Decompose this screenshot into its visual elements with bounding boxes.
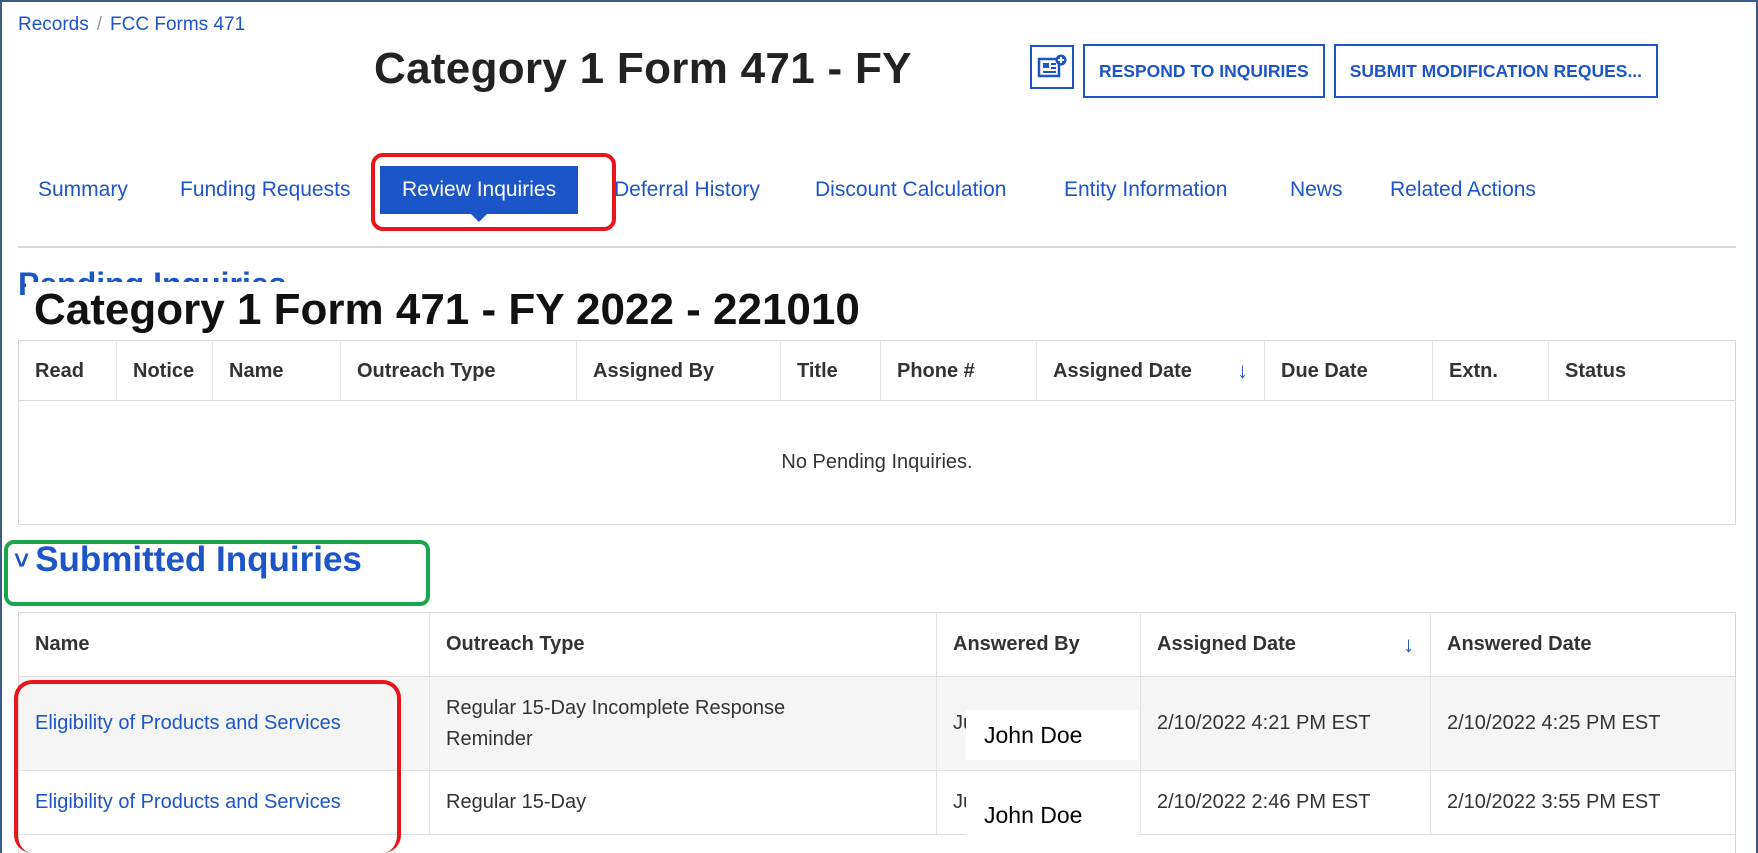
column-header-outreach-type[interactable]: Outreach Type [430, 613, 937, 676]
add-news-button[interactable] [1030, 45, 1074, 89]
pending-inquiries-table: Read Notice Name Outreach Type Assigned … [18, 340, 1736, 525]
breadcrumb-fcc-forms-link[interactable]: FCC Forms 471 [110, 14, 245, 35]
column-header-answered-by[interactable]: Answered By [937, 613, 1141, 676]
submitted-table-header: Name Outreach Type Answered By Assigned … [19, 613, 1735, 677]
tab-summary[interactable]: Summary [38, 178, 128, 202]
tab-entity-information[interactable]: Entity Information [1064, 178, 1227, 202]
column-header-answered-date[interactable]: Answered Date [1431, 613, 1737, 676]
column-header-assigned-by[interactable]: Assigned By [577, 341, 781, 401]
outreach-type-cell: Regular 15-Day Incomplete Response Remin… [430, 677, 937, 770]
sort-down-icon: ↓ [1237, 358, 1248, 383]
column-header-assigned-date[interactable]: Assigned Date ↓ [1141, 613, 1431, 676]
column-header-name[interactable]: Name [19, 613, 430, 676]
highlight-submitted-inquiries [4, 540, 430, 606]
column-header-outreach-type[interactable]: Outreach Type [341, 341, 577, 401]
sort-down-icon: ↓ [1403, 631, 1414, 657]
page-title: Category 1 Form 471 - FY [374, 44, 912, 93]
assigned-date-label: Assigned Date [1053, 360, 1192, 382]
tab-funding-requests[interactable]: Funding Requests [180, 178, 350, 202]
tab-bar: Summary Funding Requests Review Inquirie… [18, 160, 1736, 248]
column-header-due-date[interactable]: Due Date [1265, 341, 1433, 401]
highlight-review-inquiries-tab [371, 153, 616, 231]
column-header-extn[interactable]: Extn. [1433, 341, 1549, 401]
outreach-type-cell: Regular 15-Day [430, 771, 937, 834]
column-header-notice[interactable]: Notice [117, 341, 213, 401]
column-header-phone[interactable]: Phone # [881, 341, 1037, 401]
action-bar: RESPOND TO INQUIRIES SUBMIT MODIFICATION… [1030, 44, 1659, 98]
column-header-name[interactable]: Name [213, 341, 341, 401]
column-header-assigned-date[interactable]: Assigned Date ↓ [1037, 341, 1265, 401]
column-header-title[interactable]: Title [781, 341, 881, 401]
assigned-date-label: Assigned Date [1157, 633, 1296, 655]
answered-by-name-overlay: John Doe [966, 710, 1138, 760]
answered-date-cell: 2/10/2022 3:55 PM EST [1447, 791, 1661, 813]
assigned-date-cell: 2/10/2022 4:21 PM EST [1141, 677, 1431, 770]
respond-to-inquiries-button[interactable]: RESPOND TO INQUIRIES [1083, 44, 1325, 98]
breadcrumb-records-link[interactable]: Records [18, 14, 89, 35]
assigned-date-cell: 2/10/2022 2:46 PM EST [1141, 771, 1431, 834]
column-header-read[interactable]: Read [19, 341, 117, 401]
pending-table-header: Read Notice Name Outreach Type Assigned … [19, 341, 1735, 401]
column-header-status[interactable]: Status [1549, 341, 1737, 401]
answered-date-cell: 2/10/2022 4:25 PM EST [1447, 712, 1661, 734]
submit-modification-request-button[interactable]: SUBMIT MODIFICATION REQUES... [1333, 44, 1659, 98]
breadcrumb: Records / FCC Forms 471 [18, 14, 245, 36]
tab-deferral-history[interactable]: Deferral History [614, 178, 760, 202]
highlight-inquiry-links [14, 680, 401, 853]
tab-related-actions[interactable]: Related Actions [1390, 178, 1536, 202]
pending-empty-message: No Pending Inquiries. [781, 451, 973, 473]
breadcrumb-separator: / [96, 14, 103, 35]
tab-discount-calculation[interactable]: Discount Calculation [815, 178, 1006, 202]
form-title-overlay: Category 1 Form 471 - FY 2022 - 221010 [26, 282, 878, 338]
answered-by-name-overlay: John Doe [966, 788, 1138, 842]
tab-news[interactable]: News [1290, 178, 1343, 202]
news-add-icon [1037, 54, 1067, 78]
